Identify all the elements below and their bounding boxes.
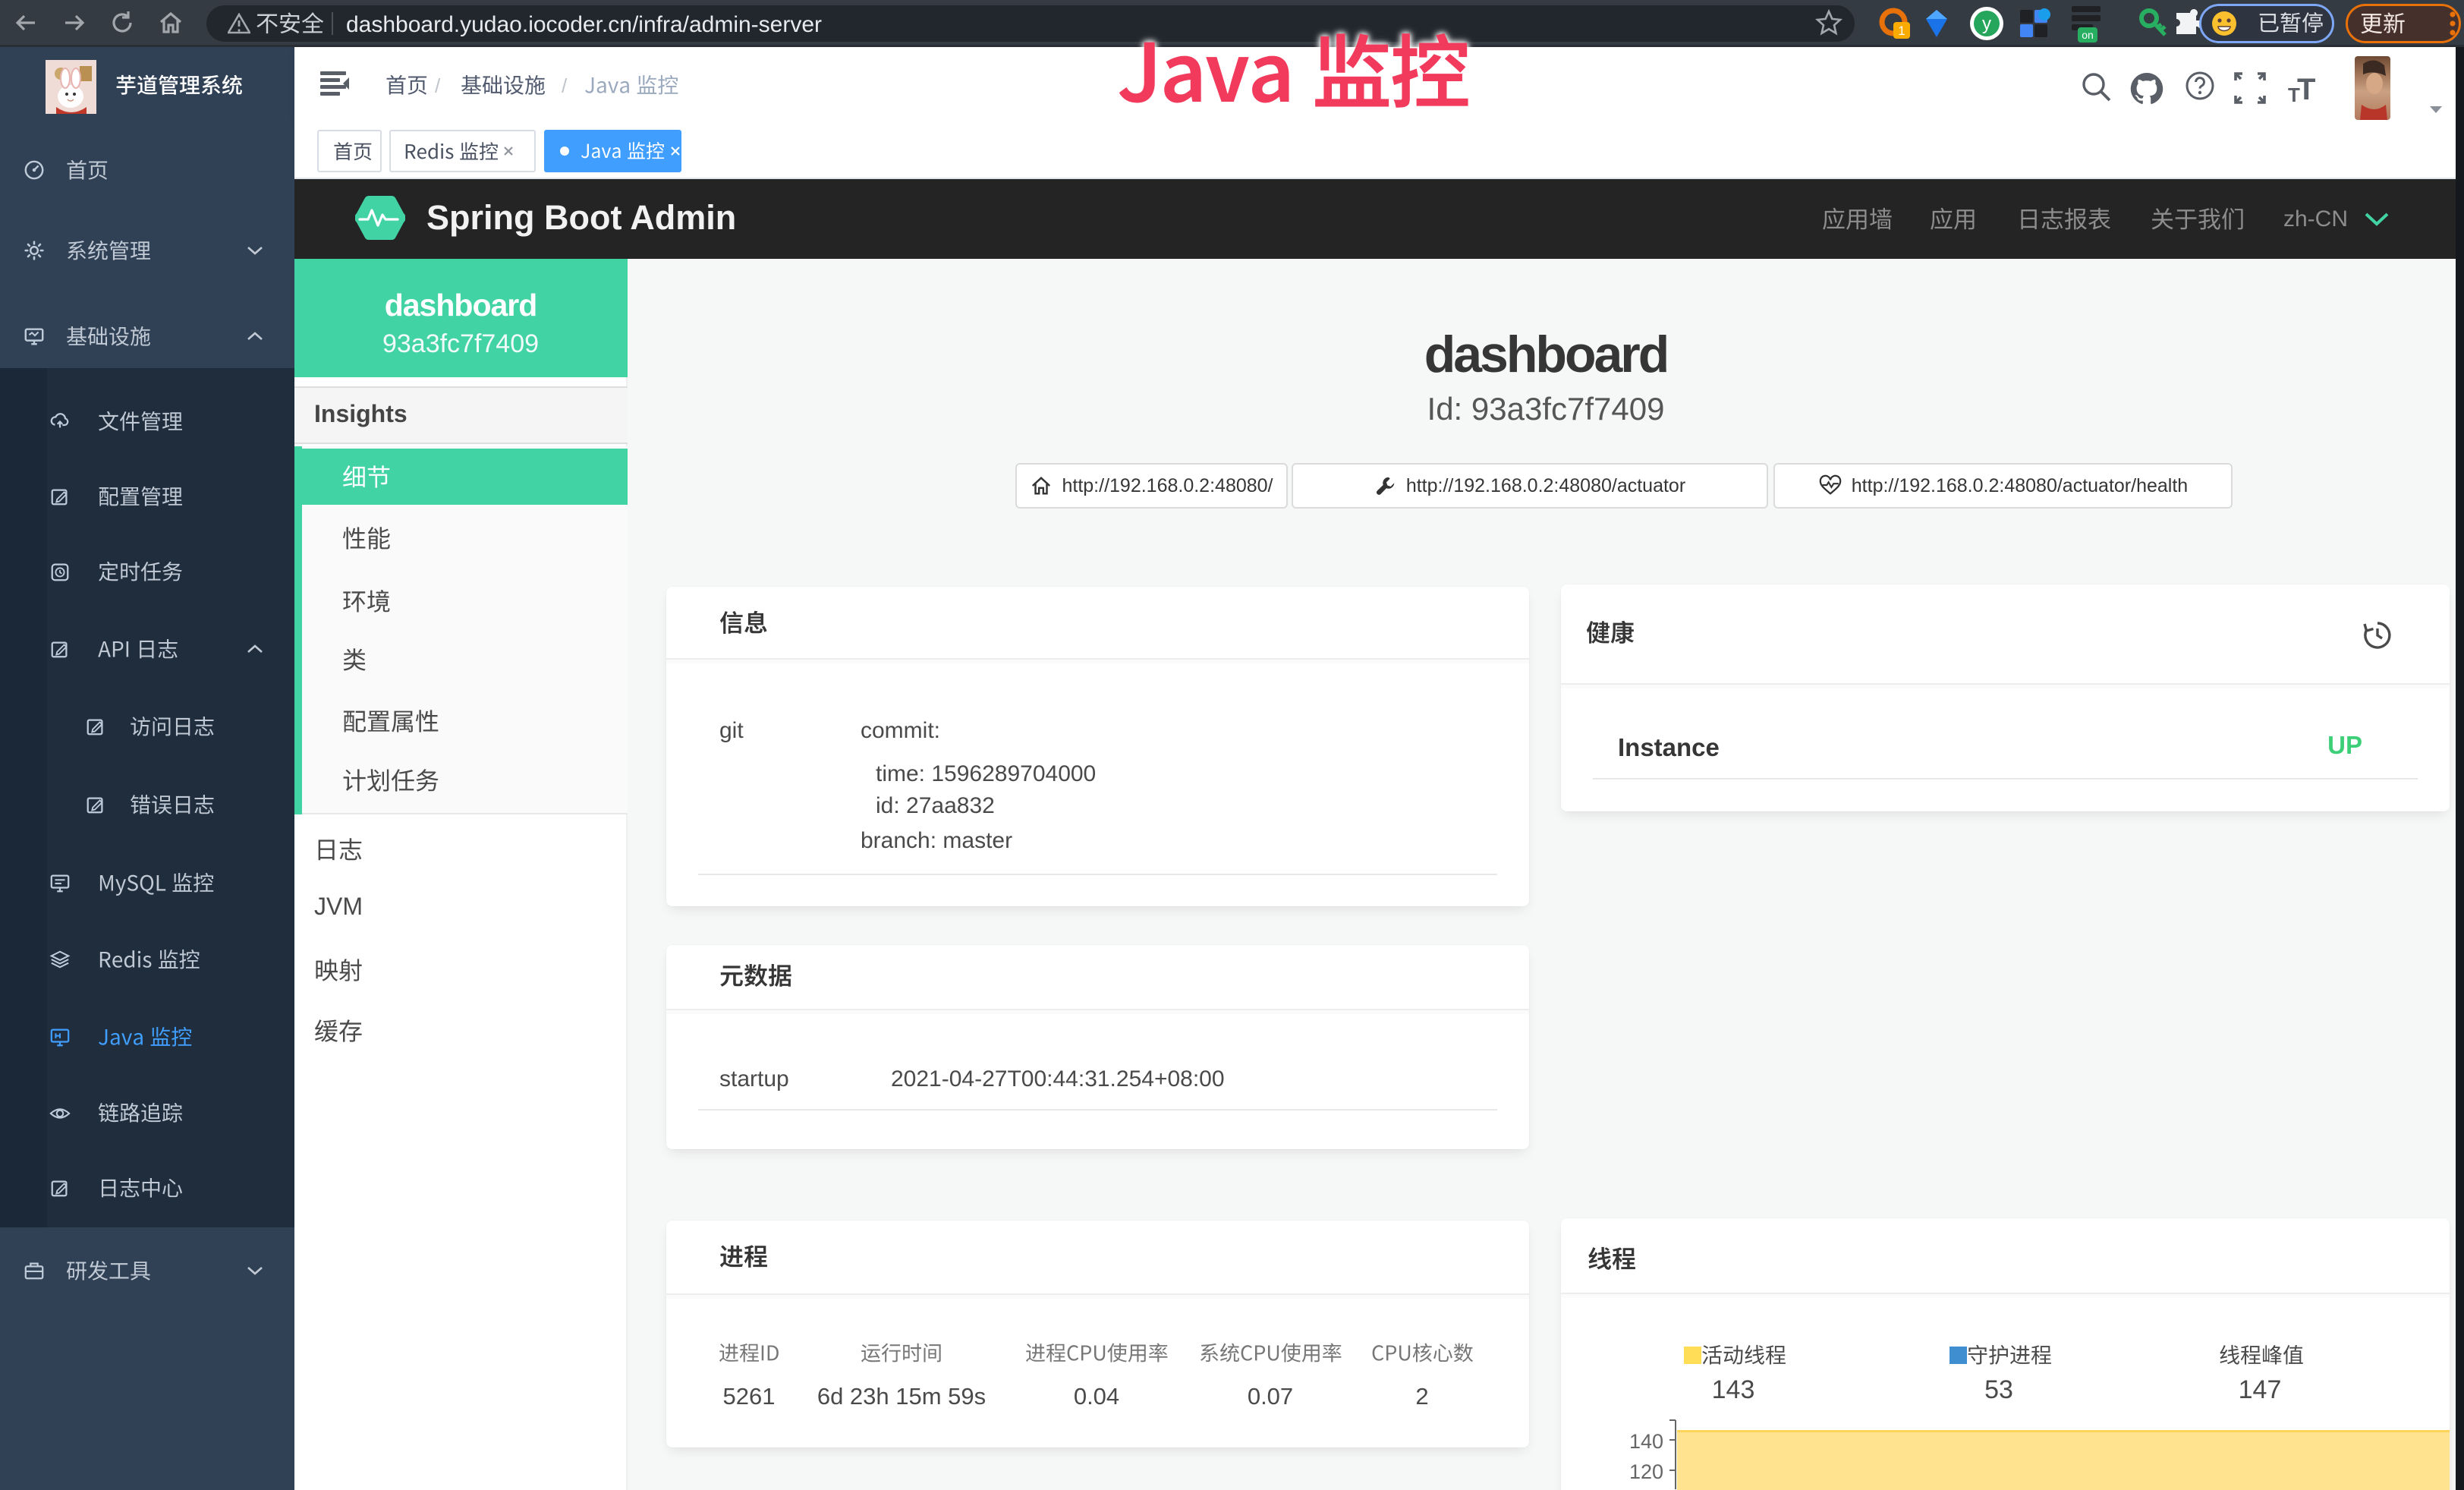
svg-text:1: 1 — [1898, 24, 1905, 38]
svg-text:on: on — [2082, 29, 2094, 41]
svg-text:y: y — [1982, 14, 1991, 34]
